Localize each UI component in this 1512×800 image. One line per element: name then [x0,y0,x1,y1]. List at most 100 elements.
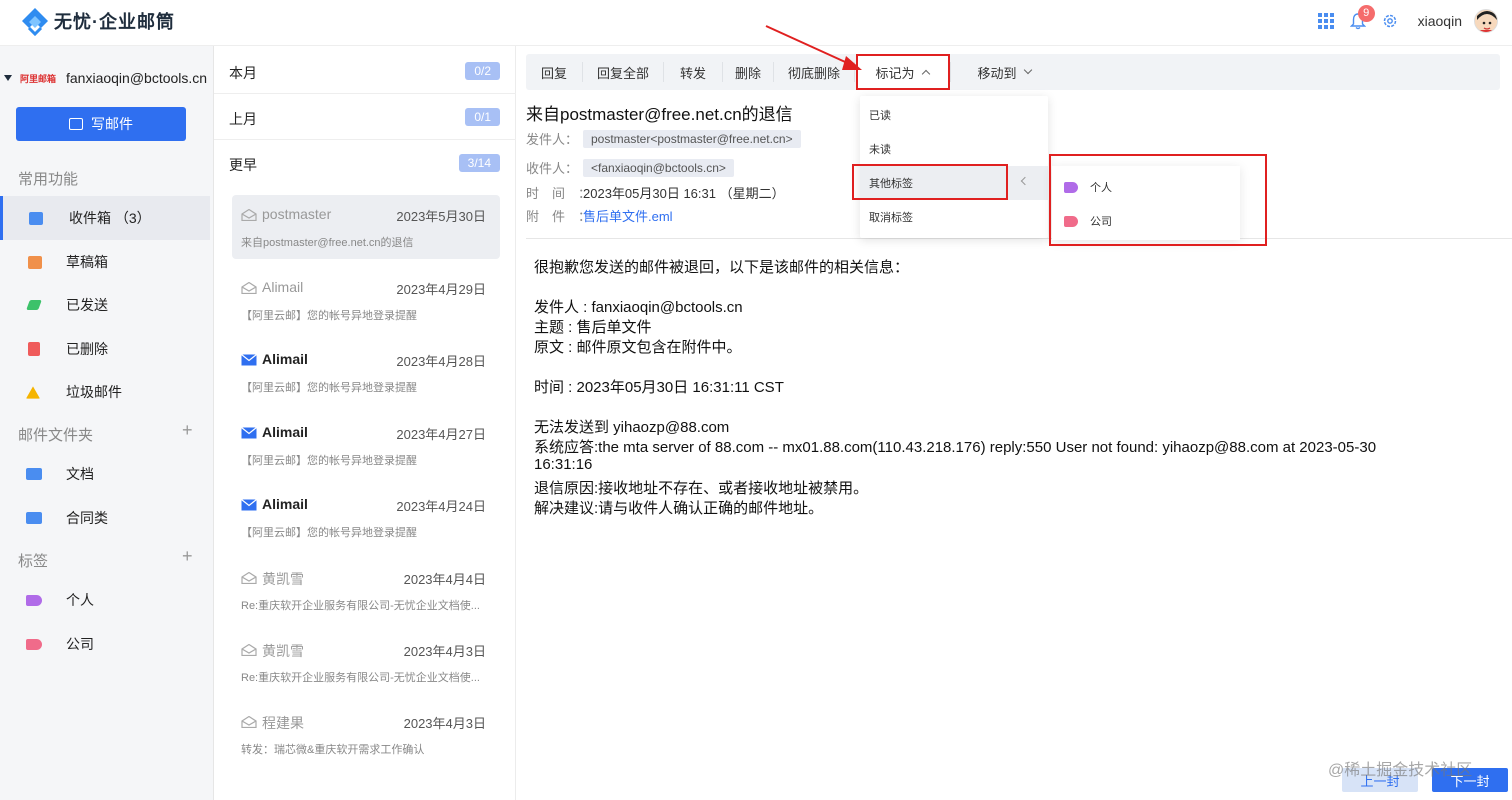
settings-gear-icon[interactable] [1380,11,1400,31]
mail-list-item[interactable]: Alimail 2023年4月29日 【阿里云邮】您的帐号异地登录提醒 [232,268,500,332]
body-line: 无法发送到 yihaozp@88.com [534,419,730,436]
group-label: 本月 [229,65,257,81]
sidebar-item-label: 垃圾邮件 [66,384,122,400]
sidebar-item-folder-contracts[interactable]: 合同类 [0,496,210,540]
group-count-badge: 0/1 [465,108,500,126]
watermark: @稀土掘金技术社区 [1328,762,1473,779]
body-line: 很抱歉您发送的邮件被退回，以下是该邮件的相关信息： [534,259,910,276]
account-switcher[interactable]: 阿里邮箱 fanxiaoqin@bctools.cn [4,68,214,88]
provider-logo: 阿里邮箱 [20,73,57,84]
folder-icon [26,468,42,480]
menu-item-mark-read[interactable]: 已读 [860,98,1048,132]
mail-subject: 【阿里云邮】您的帐号异地登录提醒 [241,527,417,539]
apps-grid-icon[interactable] [1316,11,1336,31]
sidebar-item-spam[interactable]: 垃圾邮件 [0,370,210,414]
group-count-badge: 0/2 [465,62,500,80]
mail-list-item[interactable]: postmaster 2023年5月30日 来自postmaster@free.… [232,195,500,259]
mail-list-item[interactable]: Alimail 2023年4月24日 【阿里云邮】您的帐号异地登录提醒 [232,485,500,549]
add-tag-plus-icon[interactable]: + [182,546,193,567]
group-this-month[interactable]: 本月 0/2 [214,48,516,94]
username[interactable]: xiaoqin [1418,13,1462,29]
mail-sender: 黄凯雪 [262,643,304,659]
mail-date: 2023年4月4日 [403,572,486,587]
mail-date: 2023年4月24日 [396,499,486,514]
mail-sender: Alimail [262,279,304,295]
group-last-month[interactable]: 上月 0/1 [214,94,516,140]
envelope-open-icon [241,572,257,584]
mail-title: 来自postmaster@free.net.cn的退信 [526,105,793,124]
mail-subject: 来自postmaster@free.net.cn的退信 [241,237,414,249]
caret-down-icon [4,75,12,81]
sidebar-item-folder-docs[interactable]: 文档 [0,452,210,496]
bell-icon[interactable]: 9 [1348,5,1375,31]
envelope-unread-icon [241,354,257,366]
trash-icon [28,342,40,356]
sidebar-item-deleted[interactable]: 已删除 [0,327,210,371]
from-label: 发件人： [526,132,579,147]
mail-subject: Re:重庆软开企业服务有限公司-无忧企业文档使... [241,600,480,612]
sidebar-item-label: 公司 [66,636,94,652]
sidebar-item-tag-personal[interactable]: 个人 [0,578,210,622]
to-chip[interactable]: <fanxiaoqin@bctools.cn> [583,158,734,177]
logo-mark-icon [20,6,50,37]
group-count-badge: 3/14 [458,154,500,172]
mail-list-item[interactable]: Alimail 2023年4月28日 【阿里云邮】您的帐号异地登录提醒 [232,340,500,404]
menu-item-remove-tag[interactable]: 取消标签 [860,200,1048,234]
move-to-button[interactable]: 移动到 [954,54,1054,90]
mail-date: 2023年4月28日 [396,354,486,369]
app-logo[interactable]: 无忧·企业邮筒 [20,6,175,37]
envelope-open-icon [241,282,257,294]
top-bar: 无忧·企业邮筒 9 xiaoqin [0,0,1512,46]
add-folder-plus-icon[interactable]: + [182,420,193,441]
forward-button[interactable]: 转发 [664,54,722,90]
envelope-open-icon [241,716,257,728]
spam-warning-icon [26,385,40,399]
mail-list-item[interactable]: 黄凯雪 2023年4月3日 Re:重庆软开企业服务有限公司-无忧企业文档使... [232,630,500,694]
mail-list-item[interactable]: 黄凯雪 2023年4月4日 Re:重庆软开企业服务有限公司-无忧企业文档使... [232,558,500,622]
sidebar-item-label: 个人 [66,592,94,608]
sidebar-item-drafts[interactable]: 草稿箱 [0,240,210,284]
envelope-unread-icon [241,427,257,439]
mail-subject: 【阿里云邮】您的帐号异地登录提醒 [241,310,417,322]
from-chip[interactable]: postmaster<postmaster@free.net.cn> [583,129,801,148]
mail-from-row: 发件人： postmaster<postmaster@free.net.cn> [526,129,801,148]
highlight-box-tags-submenu [1049,154,1267,246]
annotation-arrow-icon [765,25,862,70]
mail-date: 2023年4月3日 [403,716,486,731]
body-line: 原文 : 邮件原文包含在附件中。 [534,339,742,356]
envelope-unread-icon [241,499,257,511]
reply-all-button[interactable]: 回复全部 [583,54,663,90]
mail-attachment-row: 附 件 ： 售后单文件.eml [526,206,673,225]
body-line: 解决建议:请与收件人确认正确的邮件地址。 [534,500,824,517]
user-avatar[interactable] [1474,9,1498,33]
mail-time: 2023年05月30日 16:31 （星期二） [583,186,785,201]
attachment-label: 附 件 ： [526,209,592,224]
chevron-down-icon [1023,65,1032,75]
sidebar-item-sent[interactable]: 已发送 [0,283,210,327]
mail-list: 本月 0/2 上月 0/1 更早 3/14 postmaster 2023年5月… [214,46,516,800]
sidebar-item-label: 合同类 [66,510,108,526]
notification-badge: 9 [1357,5,1375,22]
compose-button[interactable]: 写邮件 [16,107,186,141]
group-label: 上月 [229,111,257,127]
sidebar: 阿里邮箱 fanxiaoqin@bctools.cn 写邮件 常用功能 收件箱 … [0,46,214,800]
sent-icon [26,300,42,310]
inbox-icon [29,211,43,225]
header-divider [526,238,1512,239]
mail-list-item[interactable]: 程建果 2023年4月3日 转发：瑞芯微&重庆软开需求工作确认 [232,702,500,766]
folder-icon [26,512,42,524]
menu-item-mark-unread[interactable]: 未读 [860,132,1048,166]
section-title-tags: 标签 [18,553,49,570]
compose-label: 写邮件 [91,116,133,132]
sidebar-item-inbox[interactable]: 收件箱 （3） [0,196,210,240]
mail-list-item[interactable]: Alimail 2023年4月27日 【阿里云邮】您的帐号异地登录提醒 [232,413,500,477]
highlight-box-other-tags [852,164,1008,200]
mail-subject: 转发：瑞芯微&重庆软开需求工作确认 [241,744,425,756]
reply-button[interactable]: 回复 [526,54,582,90]
attachment-link[interactable]: 售后单文件.eml [583,206,673,225]
body-line: 发件人 : fanxiaoqin@bctools.cn [534,299,743,316]
sidebar-item-tag-company[interactable]: 公司 [0,622,210,666]
compose-icon [69,118,83,130]
sidebar-item-label: 已删除 [66,341,108,357]
group-earlier[interactable]: 更早 3/14 [214,140,516,186]
